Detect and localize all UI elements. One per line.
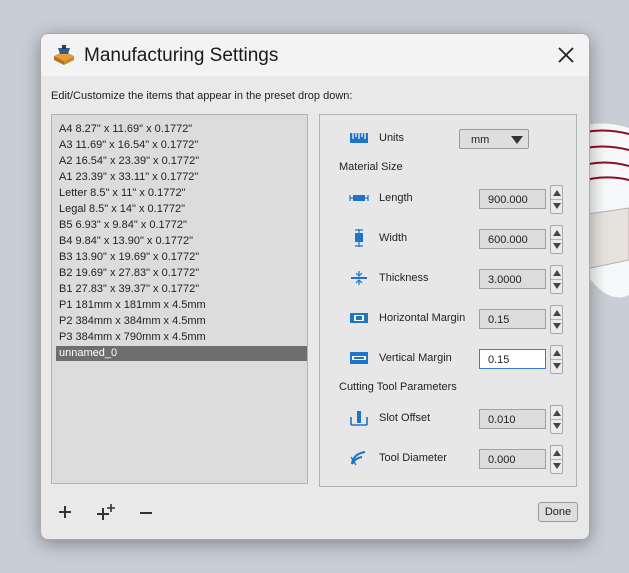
thickness-icon [351, 271, 367, 285]
minus-icon[interactable] [134, 500, 158, 524]
list-item[interactable]: P1 181mm x 181mm x 4.5mm [56, 298, 307, 313]
slot-offset-label: Slot Offset [379, 412, 431, 424]
units-select[interactable]: mm [459, 129, 529, 149]
list-item[interactable]: A1 23.39" x 33.11" x 0.1772" [56, 170, 307, 185]
done-button[interactable]: Done [538, 502, 578, 522]
horizontal-margin-icon [350, 313, 368, 323]
tool-diameter-field[interactable]: 0.000 [479, 449, 546, 469]
list-item[interactable]: B3 13.90" x 19.69" x 0.1772" [56, 250, 307, 265]
slot-offset-icon [350, 411, 368, 426]
length-label: Length [379, 192, 413, 204]
length-field[interactable]: 900.000 [479, 189, 546, 209]
horizontal-margin-label: Horizontal Margin [379, 312, 466, 324]
laser-box-icon [54, 45, 74, 65]
material-size-heading: Material Size [339, 161, 403, 173]
tool-diameter-spinner[interactable] [550, 445, 563, 474]
length-icon [349, 195, 369, 201]
list-item[interactable]: P2 384mm x 384mm x 4.5mm [56, 314, 307, 329]
close-icon[interactable] [551, 40, 581, 70]
cutting-tool-heading: Cutting Tool Parameters [339, 381, 457, 393]
list-item[interactable]: A3 11.69" x 16.54" x 0.1772" [56, 138, 307, 153]
plus-plus-icon[interactable] [94, 500, 118, 524]
slot-offset-spinner[interactable] [550, 405, 563, 434]
list-item[interactable]: P3 384mm x 790mm x 4.5mm [56, 330, 307, 345]
units-label: Units [379, 132, 405, 144]
title-bar: Manufacturing Settings [41, 34, 589, 76]
vertical-margin-spinner[interactable] [550, 345, 563, 374]
thickness-label: Thickness [379, 272, 429, 284]
list-item[interactable]: Legal 8.5" x 14" x 0.1772" [56, 202, 307, 217]
vertical-margin-icon [350, 352, 368, 364]
list-item[interactable]: Letter 8.5" x 11" x 0.1772" [56, 186, 307, 201]
list-item[interactable]: B5 6.93" x 9.84" x 0.1772" [56, 218, 307, 233]
preset-list[interactable]: A4 8.27" x 11.69" x 0.1772" A3 11.69" x … [51, 114, 308, 484]
units-value: mm [471, 134, 490, 146]
thickness-field[interactable]: 3.0000 [479, 269, 546, 289]
list-item[interactable]: B4 9.84" x 13.90" x 0.1772" [56, 234, 307, 249]
tool-diameter-icon [350, 451, 366, 466]
thickness-spinner[interactable] [550, 265, 563, 294]
list-item[interactable]: B1 27.83" x 39.37" x 0.1772" [56, 282, 307, 297]
slot-offset-field[interactable]: 0.010 [479, 409, 546, 429]
plus-icon[interactable] [53, 500, 77, 524]
width-label: Width [379, 232, 408, 244]
tool-diameter-label: Tool Diameter [379, 452, 447, 464]
length-spinner[interactable] [550, 185, 563, 214]
list-item[interactable]: A4 8.27" x 11.69" x 0.1772" [56, 122, 307, 137]
horizontal-margin-field[interactable]: 0.15 [479, 309, 546, 329]
vertical-margin-field[interactable]: 0.15 [479, 349, 546, 369]
width-spinner[interactable] [550, 225, 563, 254]
vertical-margin-label: Vertical Margin [379, 352, 452, 364]
chevron-down-icon [511, 136, 523, 144]
list-item[interactable]: B2 19.69" x 27.83" x 0.1772" [56, 266, 307, 281]
width-field[interactable]: 600.000 [479, 229, 546, 249]
dialog-title: Manufacturing Settings [84, 45, 279, 66]
manufacturing-settings-dialog: Manufacturing Settings Edit/Customize th… [40, 33, 590, 540]
settings-panel: Units mm Material Size Length 900.000 Wi… [319, 114, 577, 487]
list-item[interactable]: A2 16.54" x 23.39" x 0.1772" [56, 154, 307, 169]
width-icon [355, 229, 363, 247]
horizontal-margin-spinner[interactable] [550, 305, 563, 334]
instruction-text: Edit/Customize the items that appear in … [51, 90, 353, 102]
list-item-selected[interactable]: unnamed_0 [56, 346, 307, 361]
ruler-units-icon [350, 133, 368, 143]
